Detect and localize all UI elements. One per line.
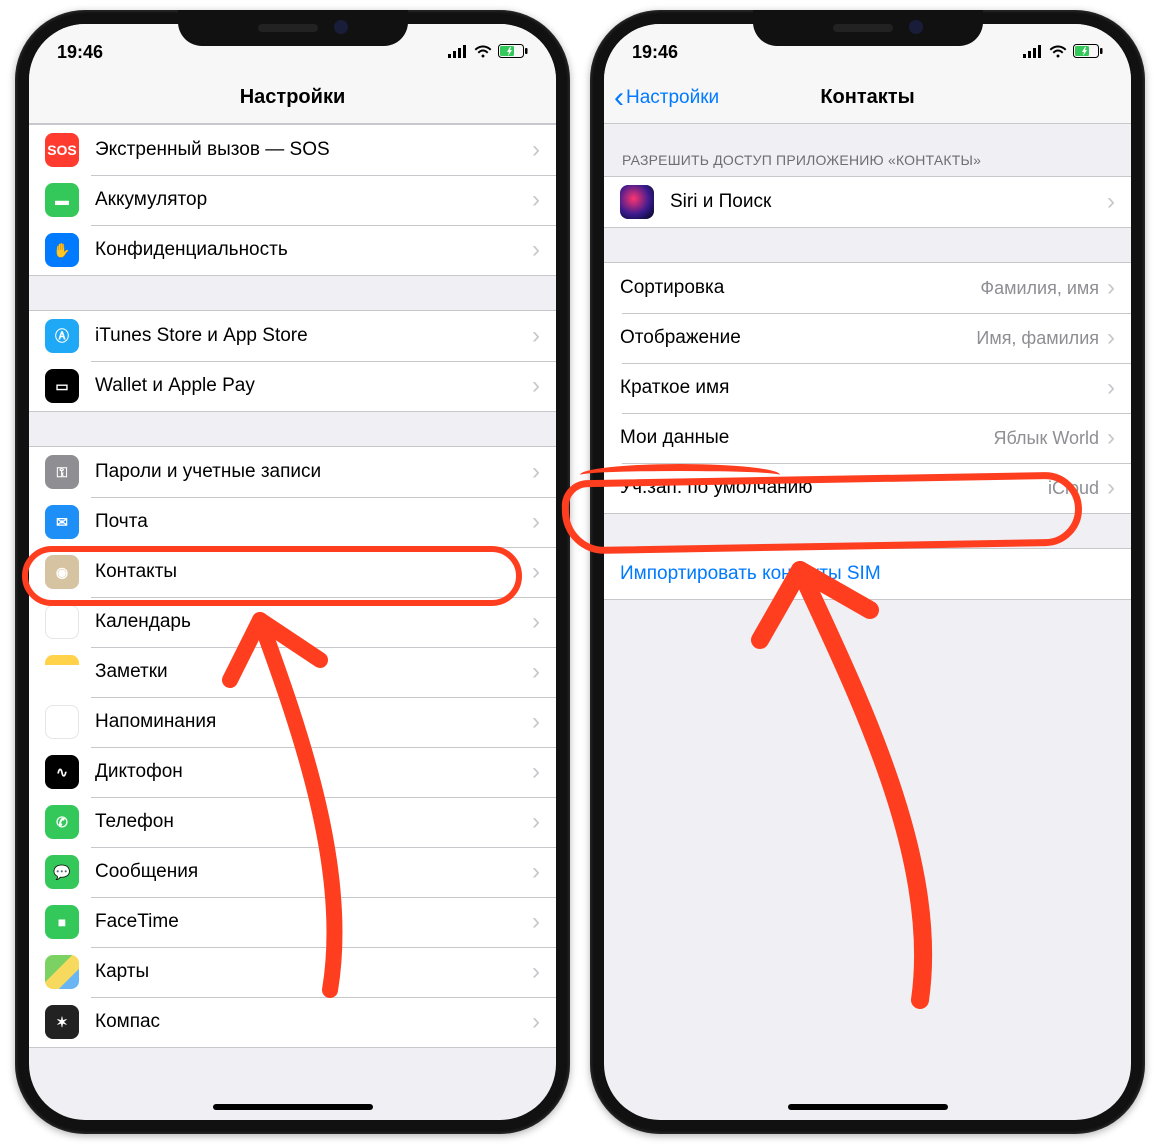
chevron-right-icon: › <box>532 560 540 584</box>
row-label: Компас <box>95 1011 532 1033</box>
chevron-right-icon: › <box>532 960 540 984</box>
row-value: Яблык World <box>994 428 1100 449</box>
row-label: Сортировка <box>620 277 980 299</box>
status-icons <box>448 42 528 63</box>
row-label: Wallet и Apple Pay <box>95 375 532 397</box>
row-itunes[interactable]: ⒶiTunes Store и App Store› <box>29 311 556 361</box>
page-title: Контакты <box>820 86 914 109</box>
row-label: Пароли и учетные записи <box>95 461 532 483</box>
row-label: iTunes Store и App Store <box>95 325 532 347</box>
home-indicator[interactable] <box>788 1104 948 1110</box>
privacy-icon: ✋ <box>45 233 79 267</box>
row-мои-данные[interactable]: Мои данныеЯблык World › <box>604 413 1131 463</box>
battery-icon <box>498 42 528 63</box>
page-title: Настройки <box>240 86 346 109</box>
row-sos[interactable]: SOS Экстренный вызов — SOS› <box>29 125 556 175</box>
chevron-right-icon: › <box>1107 476 1115 500</box>
chevron-right-icon: › <box>532 188 540 212</box>
annotation-arrow-right <box>740 540 960 1020</box>
home-indicator[interactable] <box>213 1104 373 1110</box>
row-passwords[interactable]: ⚿ Пароли и учетные записи› <box>29 447 556 497</box>
facetime-icon: ■ <box>45 905 79 939</box>
siri-access-group: Siri и Поиск › <box>604 176 1131 228</box>
wifi-icon <box>474 42 492 63</box>
chevron-right-icon: › <box>1107 190 1115 214</box>
status-icons <box>1023 42 1103 63</box>
chevron-right-icon: › <box>532 238 540 262</box>
cellular-icon <box>448 42 468 63</box>
battery-icon <box>1073 42 1103 63</box>
row-label: Почта <box>95 511 532 533</box>
mail-icon: ✉ <box>45 505 79 539</box>
navbar-left: Настройки <box>29 72 556 124</box>
chevron-left-icon: ‹ <box>614 83 624 113</box>
compass-icon: ✶ <box>45 1005 79 1039</box>
row-label: Уч.зап. по умолчанию <box>620 477 1048 499</box>
contacts-options-group: СортировкаФамилия, имя›ОтображениеИмя, ф… <box>604 262 1131 514</box>
status-time: 19:46 <box>632 42 678 63</box>
row-mail[interactable]: ✉ Почта› <box>29 497 556 547</box>
row-value: Имя, фамилия <box>976 328 1099 349</box>
back-label: Настройки <box>626 87 719 109</box>
row-отображение[interactable]: ОтображениеИмя, фамилия › <box>604 313 1131 363</box>
row-label: Конфиденциальность <box>95 239 532 261</box>
calendar-icon <box>45 605 79 639</box>
status-time: 19:46 <box>57 42 103 63</box>
navbar-right: ‹ Настройки Контакты <box>604 72 1131 124</box>
row-battery[interactable]: ▬ Аккумулятор› <box>29 175 556 225</box>
chevron-right-icon: › <box>1107 326 1115 350</box>
notes-icon <box>45 655 79 689</box>
passwords-icon: ⚿ <box>45 455 79 489</box>
section-header: РАЗРЕШИТЬ ДОСТУП ПРИЛОЖЕНИЮ «КОНТАКТЫ» <box>604 124 1131 176</box>
chevron-right-icon: › <box>532 610 540 634</box>
siri-icon <box>620 185 654 219</box>
notch <box>178 10 408 46</box>
chevron-right-icon: › <box>532 138 540 162</box>
chevron-right-icon: › <box>532 760 540 784</box>
row-краткое-имя[interactable]: Краткое имя› <box>604 363 1131 413</box>
wallet-icon: ▭ <box>45 369 79 403</box>
chevron-right-icon: › <box>532 510 540 534</box>
chevron-right-icon: › <box>532 460 540 484</box>
chevron-right-icon: › <box>532 910 540 934</box>
notch <box>753 10 983 46</box>
row-label: Siri и Поиск <box>670 191 1107 213</box>
row-wallet[interactable]: ▭ Wallet и Apple Pay› <box>29 361 556 411</box>
back-button[interactable]: ‹ Настройки <box>614 83 719 113</box>
contacts-icon: ◉ <box>45 555 79 589</box>
wifi-icon <box>1049 42 1067 63</box>
row-label: Контакты <box>95 561 532 583</box>
row-сортировка[interactable]: СортировкаФамилия, имя › <box>604 263 1131 313</box>
cellular-icon <box>1023 42 1043 63</box>
row-уч-зап-по-умолчанию[interactable]: Уч.зап. по умолчаниюiCloud › <box>604 463 1131 513</box>
row-value: Фамилия, имя <box>980 278 1099 299</box>
row-siri-search[interactable]: Siri и Поиск › <box>604 177 1131 227</box>
itunes-icon: Ⓐ <box>45 319 79 353</box>
chevron-right-icon: › <box>532 660 540 684</box>
annotation-arrow-left <box>210 590 390 1010</box>
maps-icon <box>45 955 79 989</box>
chevron-right-icon: › <box>532 810 540 834</box>
row-label: Мои данные <box>620 427 994 449</box>
phone-icon: ✆ <box>45 805 79 839</box>
chevron-right-icon: › <box>1107 426 1115 450</box>
chevron-right-icon: › <box>1107 376 1115 400</box>
messages-icon: 💬 <box>45 855 79 889</box>
chevron-right-icon: › <box>532 374 540 398</box>
row-label: Отображение <box>620 327 976 349</box>
chevron-right-icon: › <box>532 324 540 348</box>
chevron-right-icon: › <box>1107 276 1115 300</box>
chevron-right-icon: › <box>532 1010 540 1034</box>
sos-icon: SOS <box>45 133 79 167</box>
row-value: iCloud <box>1048 478 1099 499</box>
row-label: Краткое имя <box>620 377 1107 399</box>
chevron-right-icon: › <box>532 710 540 734</box>
voice-memos-icon: ∿ <box>45 755 79 789</box>
row-label: Экстренный вызов — SOS <box>95 139 532 161</box>
battery-icon: ▬ <box>45 183 79 217</box>
row-privacy[interactable]: ✋ Конфиденциальность› <box>29 225 556 275</box>
reminders-icon: ⋮ <box>45 705 79 739</box>
row-label: Аккумулятор <box>95 189 532 211</box>
chevron-right-icon: › <box>532 860 540 884</box>
